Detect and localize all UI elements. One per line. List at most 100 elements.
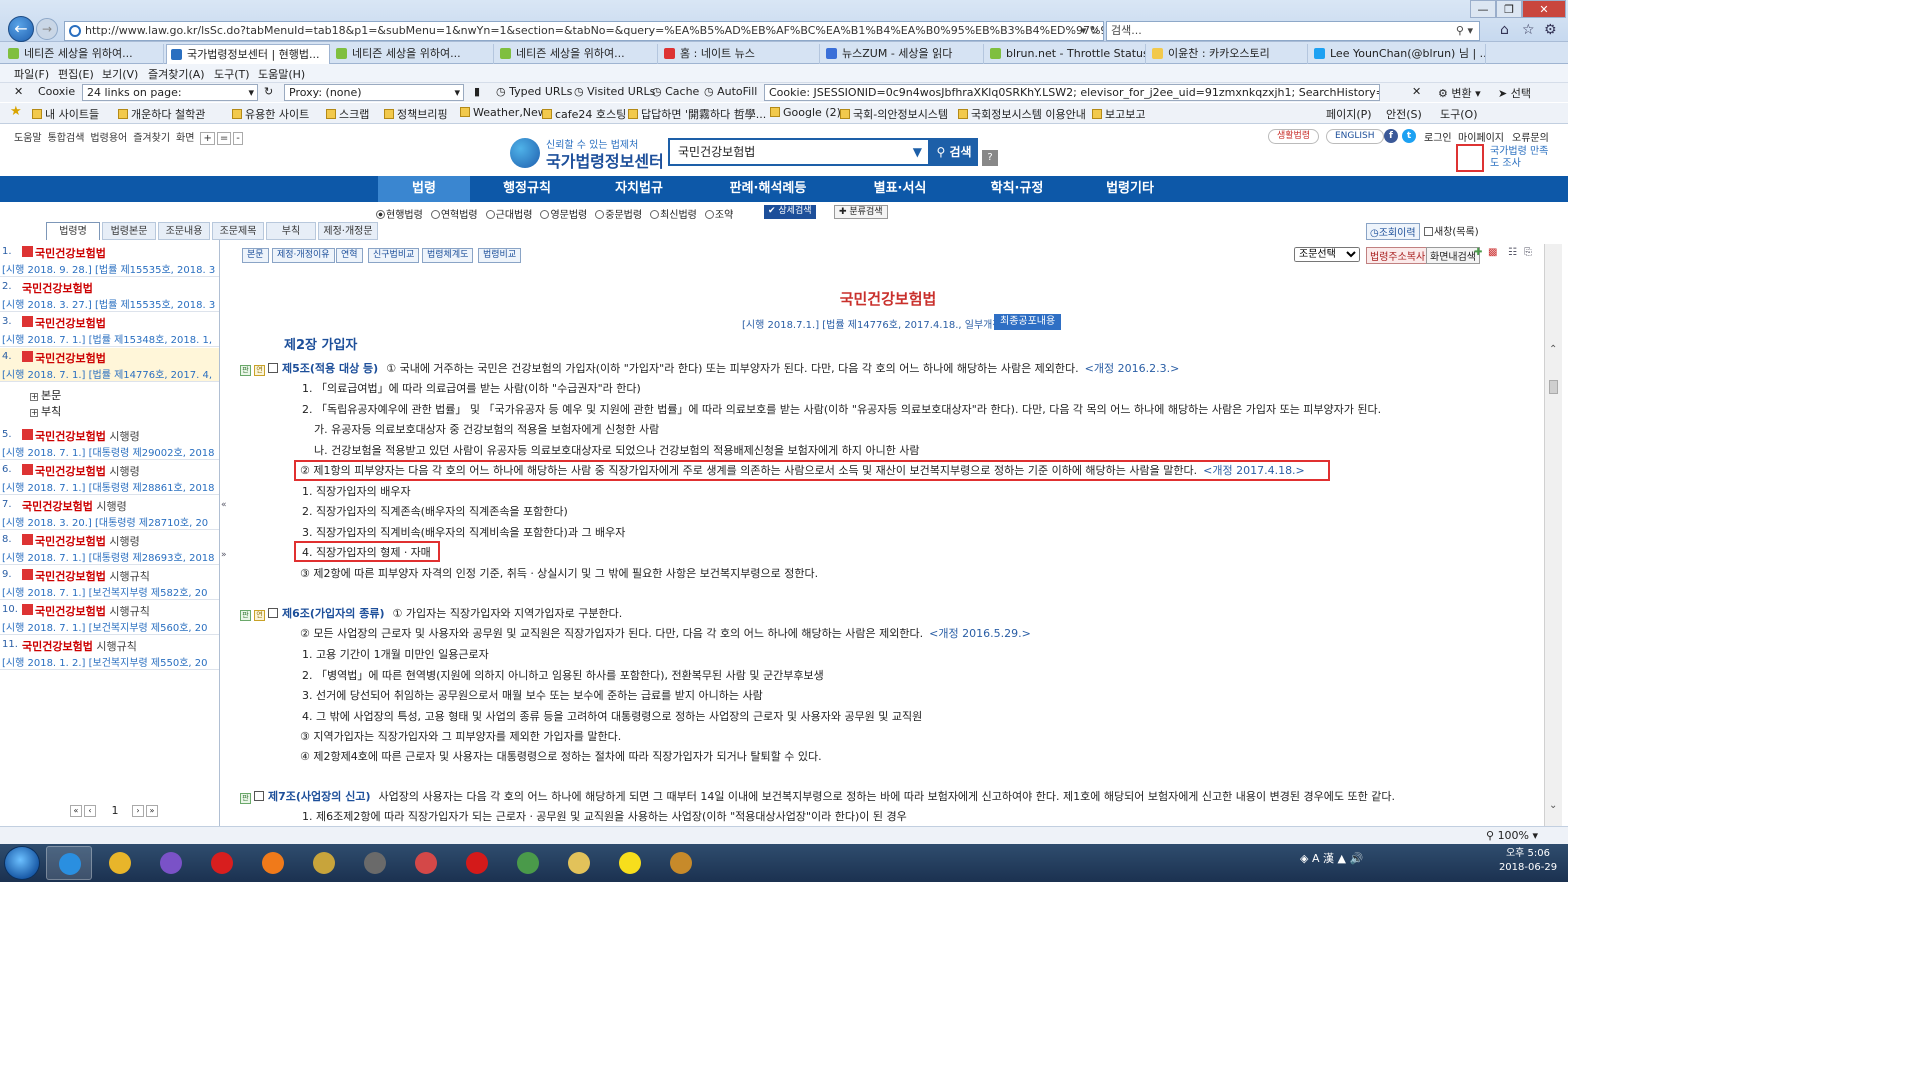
scroll-up-icon[interactable]: ⌃ (1549, 344, 1557, 355)
list-item-name[interactable]: 국민건강보험법 시행규칙 (22, 603, 150, 619)
favorite-item[interactable]: 답답하면 '開霧하다 哲學... (628, 106, 766, 122)
left-search-tab[interactable]: 법령본문 (102, 222, 156, 240)
law-type-radio[interactable]: 최신법령 (650, 206, 697, 221)
main-nav-item[interactable]: 법령기타 (1076, 176, 1184, 202)
menu-item[interactable]: 편집(E) (58, 66, 94, 82)
settings-gear-icon[interactable]: ⚙ (1544, 22, 1557, 38)
law-list-item[interactable]: 6. 국민건강보험법 시행령 [시행 2018. 7. 1.] [대통령령 제288… (0, 461, 219, 495)
amendment-link[interactable]: <개정 2016.5.29.> (929, 627, 1031, 640)
main-nav-item[interactable]: 별표·서식 (842, 176, 958, 202)
list-item-name[interactable]: 국민건강보험법 (22, 280, 93, 296)
typed-urls-button[interactable]: ◷ Typed URLs (496, 85, 572, 98)
left-search-tab[interactable]: 법령명 (46, 222, 100, 240)
law-view-button[interactable]: 법령비교 (478, 248, 522, 263)
amendment-link[interactable]: <개정 2017.4.18.> (1203, 464, 1305, 477)
facebook-icon[interactable]: f (1384, 129, 1398, 143)
speaker-icon[interactable]: 🔊 (1349, 852, 1363, 865)
site-utility-link[interactable]: 즐겨찾기 (133, 133, 170, 144)
law-list-item[interactable]: 5. 국민건강보험법 시행령 [시행 2018. 7. 1.] [대통령령 제290… (0, 426, 219, 460)
article-checkbox[interactable] (254, 791, 264, 801)
law-list-item[interactable]: 1. 국민건강보험법 [시행 2018. 9. 28.] [법률 제15535호, … (0, 243, 219, 277)
cooxie-label[interactable]: Cooxie (38, 85, 75, 98)
history-badge-icon[interactable]: 연 (254, 610, 265, 621)
article-heading[interactable]: 제6조(가입자의 종류) (282, 607, 385, 620)
taskbar-app-app-ball[interactable] (403, 846, 449, 880)
share-icon[interactable]: ☷ (1508, 247, 1517, 258)
cache-button[interactable]: ◷ Cache (652, 85, 699, 98)
law-type-radio[interactable]: 연혁법령 (430, 206, 478, 221)
list-item-name[interactable]: 국민건강보험법 (22, 350, 106, 366)
taskbar-app-app-s[interactable] (148, 846, 194, 880)
main-nav-item[interactable]: 학칙·규정 (960, 176, 1074, 202)
law-type-radio[interactable]: 영문법령 (540, 206, 587, 221)
final-promulgation-button[interactable]: 최종공포내용 (994, 314, 1062, 330)
law-type-radio[interactable]: 중문법령 (595, 206, 642, 221)
login-link[interactable]: 로그인 (1424, 129, 1452, 144)
current-page[interactable]: 1 (112, 804, 119, 817)
law-list-item[interactable]: 9. 국민건강보험법 시행규칙 [시행 2018. 7. 1.] [보건복지부령 제… (0, 566, 219, 600)
collapse-left-icon[interactable]: « (221, 500, 227, 510)
law-view-button[interactable]: 법령체계도 (422, 248, 474, 263)
menu-item[interactable]: 도움말(H) (258, 66, 305, 82)
site-utility-link[interactable]: = (216, 132, 232, 145)
law-type-radio[interactable]: 조약 (704, 206, 733, 221)
detail-search-button[interactable]: ✔ 상세검색 (764, 205, 816, 219)
law-list-item[interactable]: 11. 국민건강보험법 시행규칙 [시행 2018. 1. 2.] [보건복지부령 … (0, 636, 219, 670)
cookie-field[interactable]: Cookie: JSESSIONID=0c9n4wosJbfhraXKlq0SR… (764, 84, 1380, 101)
article-checkbox[interactable] (268, 608, 278, 618)
main-nav-item[interactable]: 자치법규 (584, 176, 694, 202)
favorite-item[interactable]: 개운하다 철학관 (118, 106, 205, 122)
browser-tab[interactable]: 네티즌 세상을 위하여... (332, 44, 494, 64)
ime-icon[interactable]: A 漢 (1312, 852, 1334, 865)
case-badge-icon[interactable]: 판 (240, 365, 251, 376)
taskbar-app-opera[interactable] (199, 846, 245, 880)
vertical-scrollbar[interactable]: ⌃ ⌄ (1544, 244, 1562, 826)
close-button[interactable]: ✕ (1522, 0, 1566, 18)
menu-item[interactable]: 파일(F) (14, 66, 49, 82)
favorite-item[interactable]: 스크랩 (326, 106, 369, 122)
law-list-item[interactable]: 7. 국민건강보험법 시행령 [시행 2018. 3. 20.] [대통령령 제28… (0, 496, 219, 530)
expand-right-icon[interactable]: » (221, 550, 227, 560)
taskbar-app-kakaotalk[interactable] (607, 846, 653, 880)
tree-node[interactable]: + 본문 (30, 387, 61, 403)
taskbar-app-internet-explorer[interactable] (46, 846, 92, 880)
main-nav-item[interactable]: 법령 (378, 176, 470, 202)
search-icon[interactable]: ⚲ ▾ (1456, 22, 1473, 40)
site-utility-link[interactable]: 법령용어 (90, 133, 127, 144)
panel-splitter[interactable]: « » (220, 480, 230, 570)
maximize-button[interactable]: ❐ (1496, 0, 1522, 18)
taskbar-app-explorer[interactable] (556, 846, 602, 880)
taskbar-app-app-tree[interactable] (505, 846, 551, 880)
list-item-name[interactable]: 국민건강보험법 (22, 315, 106, 331)
scroll-down-icon[interactable]: ⌄ (1549, 800, 1557, 811)
site-utility-link[interactable]: + (200, 132, 215, 145)
taskbar-app-firefox[interactable] (250, 846, 296, 880)
article-heading[interactable]: 제5조(적용 대상 등) (282, 362, 378, 375)
article-select[interactable]: 조문선택 (1294, 247, 1360, 262)
taskbar-app-app-record[interactable] (454, 846, 500, 880)
panel-icon[interactable]: ▮ (474, 85, 480, 98)
site-utility-link[interactable]: 도움말 (14, 133, 42, 144)
address-controls-icon[interactable]: ▾ ↻ (1081, 22, 1099, 40)
refresh-icon[interactable]: ↻ (264, 85, 273, 98)
favorites-star-icon[interactable]: ☆ (1522, 22, 1535, 38)
list-item-name[interactable]: 국민건강보험법 시행령 (22, 463, 140, 479)
law-view-button[interactable]: 제정·개정이유 (272, 248, 335, 263)
autofill-button[interactable]: ◷ AutoFill (704, 85, 757, 98)
taskbar-app-app-box[interactable] (352, 846, 398, 880)
article-checkbox[interactable] (268, 363, 278, 373)
history-badge-icon[interactable]: 연 (254, 365, 265, 376)
list-item-name[interactable]: 국민건강보험법 (22, 245, 106, 261)
article-heading[interactable]: 제7조(사업장의 신고) (268, 790, 371, 803)
in-page-search-button[interactable]: 화면내검색 (1426, 247, 1480, 264)
main-nav-item[interactable]: 행정규칙 (472, 176, 582, 202)
left-search-tab[interactable]: 조문제목 (212, 222, 264, 240)
left-search-tab[interactable]: 조문내용 (158, 222, 210, 240)
links-dropdown[interactable]: 24 links on page: ▾ (82, 84, 258, 101)
favorite-item[interactable]: 유용한 사이트 (232, 106, 309, 122)
browser-search-input[interactable]: 검색... ⚲ ▾ (1106, 21, 1480, 41)
law-type-radio[interactable]: 근대법령 (485, 206, 532, 221)
list-item-name[interactable]: 국민건강보험법 시행령 (22, 428, 140, 444)
favorite-item[interactable]: 국회정보시스템 이용안내 (958, 106, 1086, 122)
left-search-tab[interactable]: 부칙 (266, 222, 316, 240)
